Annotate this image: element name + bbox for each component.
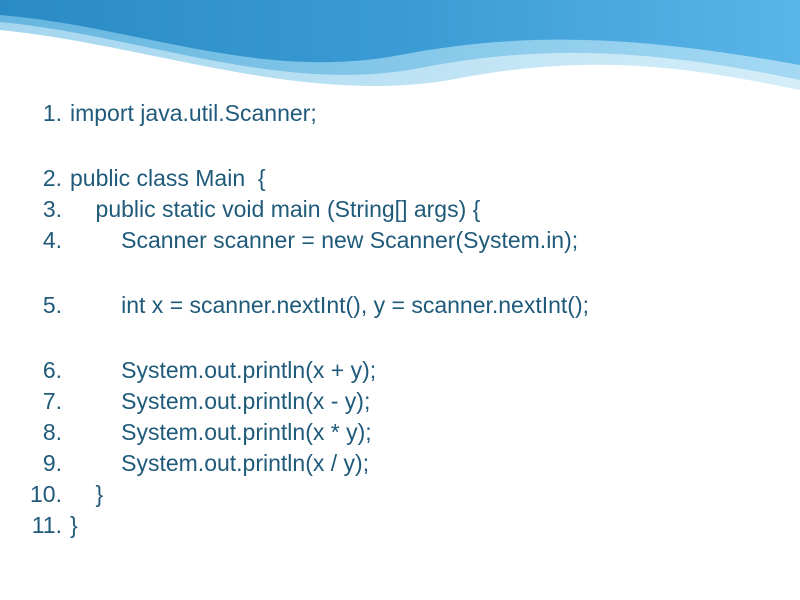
code-text: Scanner scanner = new Scanner(System.in)… — [70, 227, 578, 254]
line-number: 10. — [30, 481, 62, 508]
code-line — [30, 131, 770, 161]
code-line: 2. public class Main { — [30, 165, 770, 192]
code-line: 9. System.out.println(x / y); — [30, 450, 770, 477]
code-text: System.out.println(x + y); — [70, 357, 376, 384]
line-number: 5. — [30, 292, 62, 319]
code-text: public class Main { — [70, 165, 266, 192]
code-text: } — [70, 512, 78, 539]
code-line: 7. System.out.println(x - y); — [30, 388, 770, 415]
line-number: 6. — [30, 357, 62, 384]
code-text: System.out.println(x - y); — [70, 388, 370, 415]
code-line: 10. } — [30, 481, 770, 508]
code-line: 3. public static void main (String[] arg… — [30, 196, 770, 223]
line-number: 8. — [30, 419, 62, 446]
code-line: 8. System.out.println(x * y); — [30, 419, 770, 446]
code-text: int x = scanner.nextInt(), y = scanner.n… — [70, 292, 589, 319]
code-text: public static void main (String[] args) … — [70, 196, 480, 223]
code-block: 1. import java.util.Scanner; 2. public clas… — [30, 100, 770, 543]
line-number: 2. — [30, 165, 62, 192]
wave-decoration — [0, 0, 800, 110]
code-line: 6. System.out.println(x + y); — [30, 357, 770, 384]
line-number: 4. — [30, 227, 62, 254]
code-text: System.out.println(x / y); — [70, 450, 369, 477]
code-line — [30, 258, 770, 288]
code-text: System.out.println(x * y); — [70, 419, 372, 446]
code-line: 5. int x = scanner.nextInt(), y = scanne… — [30, 292, 770, 319]
code-text: } — [70, 481, 103, 508]
line-number: 3. — [30, 196, 62, 223]
line-number: 9. — [30, 450, 62, 477]
code-line: 4. Scanner scanner = new Scanner(System.… — [30, 227, 770, 254]
line-number: 1. — [30, 100, 62, 127]
code-text: import java.util.Scanner; — [70, 100, 317, 127]
line-number: 11. — [30, 512, 62, 539]
line-number: 7. — [30, 388, 62, 415]
code-line: 1. import java.util.Scanner; — [30, 100, 770, 127]
code-line — [30, 323, 770, 353]
code-line: 11.} — [30, 512, 770, 539]
